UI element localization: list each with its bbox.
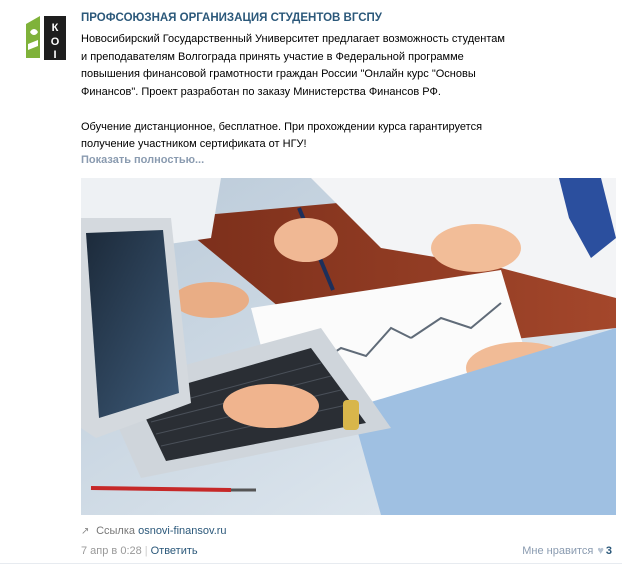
attached-link[interactable]: ↗ Ссылка osnovi-finansov.ru <box>81 525 227 537</box>
wall-post: К О I ПРОФСОЮЗНАЯ ОРГАНИЗАЦИЯ СТУДЕНТОВ … <box>0 0 622 567</box>
post-footer: 7 апр в 0:28 | Ответить <box>81 545 198 557</box>
separator: | <box>144 545 148 557</box>
like-count: 3 <box>605 545 612 557</box>
post-date[interactable]: 7 апр в 0:28 <box>81 545 142 557</box>
text-line: Финансов". Проект разработан по заказу М… <box>81 85 441 98</box>
post-text: Новосибирский Государственный Университе… <box>81 31 521 154</box>
text-line: Обучение дистанционное, бесплатное. При … <box>81 120 483 133</box>
post-divider <box>0 563 622 564</box>
text-line: и преподавателям Волгограда принять учас… <box>81 50 464 63</box>
post-photo[interactable] <box>81 178 616 515</box>
text-line: повышения финансовой грамотности граждан… <box>81 68 476 80</box>
svg-text:К: К <box>52 22 59 34</box>
post-author-link[interactable]: ПРОФСОЮЗНАЯ ОРГАНИЗАЦИЯ СТУДЕНТОВ ВГСПУ <box>81 12 382 24</box>
link-label: Ссылка <box>96 525 136 537</box>
text-line: получение участником сертификата от НГУ! <box>81 138 307 150</box>
heart-icon: ♥ <box>597 545 604 557</box>
svg-text:I: I <box>53 49 56 61</box>
link-url[interactable]: osnovi-finansov.ru <box>138 525 226 537</box>
like-label: Мне нравится <box>522 545 594 557</box>
link-arrow-icon: ↗ <box>81 526 90 537</box>
post-paragraph-1: Новосибирский Государственный Университе… <box>81 31 521 101</box>
photo-illustration <box>81 178 616 515</box>
post-paragraph-2: Обучение дистанционное, бесплатное. При … <box>81 119 521 154</box>
text-line: Новосибирский Государственный Университе… <box>81 33 505 45</box>
like-button[interactable]: Мне нравится ♥ 3 <box>522 545 612 557</box>
group-logo-icon[interactable]: К О I <box>22 14 70 62</box>
show-more-link[interactable]: Показать полностью... <box>81 154 204 166</box>
svg-text:О: О <box>51 36 60 48</box>
reply-link[interactable]: Ответить <box>151 545 198 557</box>
